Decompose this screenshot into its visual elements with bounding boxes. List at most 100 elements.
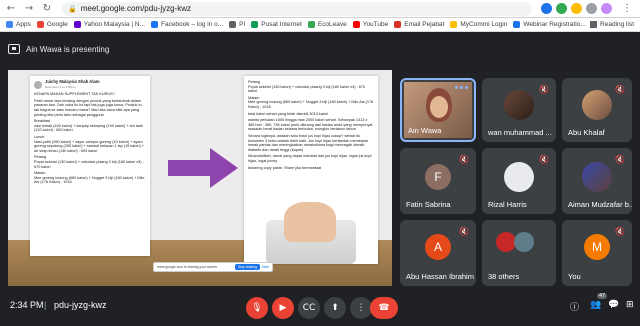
participant-photo	[582, 90, 612, 120]
bookmark-yahoo[interactable]: Yahoo Malaysia | N...	[73, 21, 145, 28]
participant-tile[interactable]: Ain Wawa	[400, 78, 476, 142]
post-line: Malam Mee goreng kosong (660 kalori) + N…	[34, 171, 145, 185]
post-header: Juichy Malaysia Shah Alam November 5 at …	[34, 79, 146, 89]
bookmark-pi[interactable]: PI	[229, 21, 245, 28]
bookmark-apps[interactable]: Apps	[6, 21, 31, 28]
participant-name: wan muhammad ...	[488, 128, 552, 137]
participant-photo	[496, 232, 516, 252]
participant-tile[interactable]: 🔇 Aiman Mudzafar b...	[562, 148, 632, 214]
post-line: #sharing copy paste. Share jika bermanfa…	[248, 165, 322, 170]
participant-name: Fatin Sabrina	[406, 200, 451, 209]
separator: |	[44, 300, 47, 310]
bookmark-email-pejabat[interactable]: Email Pejabat	[394, 21, 444, 28]
participant-name: Rizal Harris	[488, 200, 527, 209]
participant-tile[interactable]: 🔇 wan muhammad ...	[482, 78, 556, 142]
participant-tile-others[interactable]: 38 others	[482, 220, 556, 286]
info-icon[interactable]: ⓘ	[570, 300, 579, 313]
address-bar-row: ← → ↻ 🔒 meet.google.com/pdu-jyzg-kwz ⋮	[0, 0, 640, 18]
mic-off-icon: 🔇	[539, 155, 549, 164]
activities-icon[interactable]: ⊞	[626, 300, 634, 310]
mic-off-icon: 🔇	[539, 85, 549, 94]
post-line: Breakfast nasi lemak (400 kalori) + kari…	[34, 119, 144, 133]
apps-icon	[6, 21, 13, 28]
participant-tile[interactable]: 🔇 A Abu Hassan Ibrahim	[400, 220, 476, 286]
meeting-code: pdu-jyzg-kwz	[54, 300, 107, 310]
globe-icon	[229, 21, 237, 28]
post-line: Secara logiknya, adakah satu botol jus k…	[248, 133, 369, 152]
others-count: 38 others	[488, 272, 520, 281]
post-author: Juichy Malaysia Shah Alam	[45, 79, 100, 84]
youtube-icon	[352, 21, 360, 28]
bookmark-youtube[interactable]: YouTube	[352, 21, 388, 28]
present-screen-icon	[8, 44, 20, 54]
globe-icon	[450, 21, 458, 28]
avatar[interactable]	[601, 3, 612, 14]
back-icon[interactable]: ←	[4, 2, 18, 16]
participant-name: Abu Hassan Ibrahim	[406, 272, 474, 281]
reading-list-icon	[590, 21, 598, 28]
participant-tile[interactable]: 🔇 Rizal Harris	[482, 148, 556, 214]
post-line: wanita perlukan 1600 hingga max 2000 kal…	[248, 118, 373, 132]
meeting-controls-bar: 2:34 PM | pdu-jyzg-kwz 🎙 ▶ CC ⬆ ⋮ ☎ ⓘ 👥 …	[0, 288, 640, 326]
post-line: total kalori sehari yang telah diambil 3…	[248, 111, 328, 116]
reading-list[interactable]: Reading list	[590, 21, 640, 28]
globe-icon	[513, 21, 521, 28]
screen-share-notice: meet.google.com is sharing your screen. …	[153, 262, 273, 272]
participant-photo	[514, 232, 534, 252]
camera-off-button[interactable]: ▶	[272, 297, 294, 319]
bookmarks-bar: Apps Google Yahoo Malaysia | N... Facebo…	[0, 18, 640, 32]
mic-off-icon: 🔇	[615, 155, 625, 164]
bookmark-mycommi[interactable]: MyCommi Login	[450, 21, 507, 28]
puzzle-icon[interactable]	[586, 3, 597, 14]
address-bar[interactable]: 🔒 meet.google.com/pdu-jyzg-kwz	[62, 1, 532, 16]
participant-name: Aiman Mudzafar b...	[568, 200, 632, 209]
participant-name: Ain Wawa	[408, 126, 442, 135]
end-call-button[interactable]: ☎	[370, 297, 398, 319]
participant-avatar: F	[425, 164, 451, 190]
post-line: Petang Popia seketul (130 kalori) + ceko…	[34, 155, 144, 169]
lock-icon: 🔒	[68, 4, 77, 13]
hide-button[interactable]: Hide	[262, 265, 269, 269]
participant-tile-self[interactable]: 🔇 M You	[562, 220, 632, 286]
bookmark-pusat-internet[interactable]: Pusat Internet	[251, 21, 302, 28]
participant-tile[interactable]: 🔇 F Fatin Sabrina	[400, 148, 476, 214]
mic-off-icon: 🔇	[459, 227, 469, 236]
facebook-post-left: Juichy Malaysia Shah Alam November 5 at …	[30, 76, 150, 256]
mic-off-icon: 🔇	[615, 227, 625, 236]
participant-photo	[504, 162, 534, 192]
forward-icon[interactable]: →	[22, 2, 36, 16]
people-icon[interactable]: 👥	[590, 300, 601, 310]
more-options-button[interactable]: ⋮	[350, 297, 372, 319]
bookmark-webinar[interactable]: Webinar Registratio...	[513, 21, 586, 28]
participant-name: You	[568, 272, 581, 281]
mic-off-button[interactable]: 🎙	[246, 297, 268, 319]
participant-face	[430, 96, 448, 118]
reload-icon[interactable]: ↻	[40, 2, 54, 16]
present-button[interactable]: ⬆	[324, 297, 346, 319]
post-line: Alhamdulillah, ramai yang dapat manfaat …	[248, 154, 372, 163]
extension-icon[interactable]	[541, 3, 552, 14]
bookmark-facebook[interactable]: Facebook – log in o...	[150, 21, 223, 28]
menu-icon[interactable]: ⋮	[620, 2, 634, 16]
post-line: Malam Mee goreng kosong (660 kalori) + N…	[248, 95, 374, 109]
captions-button[interactable]: CC	[298, 297, 320, 319]
participant-tile[interactable]: 🔇 Abu Khalaf	[562, 78, 632, 142]
avatar	[34, 80, 42, 89]
post-line: Petang Popia seketul (130 kalori) + ceko…	[248, 80, 366, 94]
meeting-time: 2:34 PM	[10, 300, 44, 310]
extension-icon[interactable]	[556, 3, 567, 14]
bookmark-ecoleave[interactable]: EcoLeave	[307, 21, 347, 28]
participant-avatar: M	[584, 234, 610, 260]
post-line: Pasti ramai rasa tentang dengan produk y…	[34, 98, 142, 117]
url-text: meet.google.com/pdu-jyzg-kwz	[80, 4, 191, 13]
google-icon	[36, 21, 44, 28]
participant-count-badge: 47	[597, 293, 608, 299]
bookmark-google[interactable]: Google	[36, 21, 68, 28]
chat-icon[interactable]: 💬	[608, 300, 619, 310]
stop-sharing-button[interactable]: Stop sharing	[234, 264, 261, 270]
extension-icon[interactable]	[571, 3, 582, 14]
speaking-indicator	[455, 86, 468, 89]
mic-off-icon: 🔇	[615, 85, 625, 94]
mail-icon	[394, 21, 402, 28]
feet-image	[284, 202, 336, 242]
